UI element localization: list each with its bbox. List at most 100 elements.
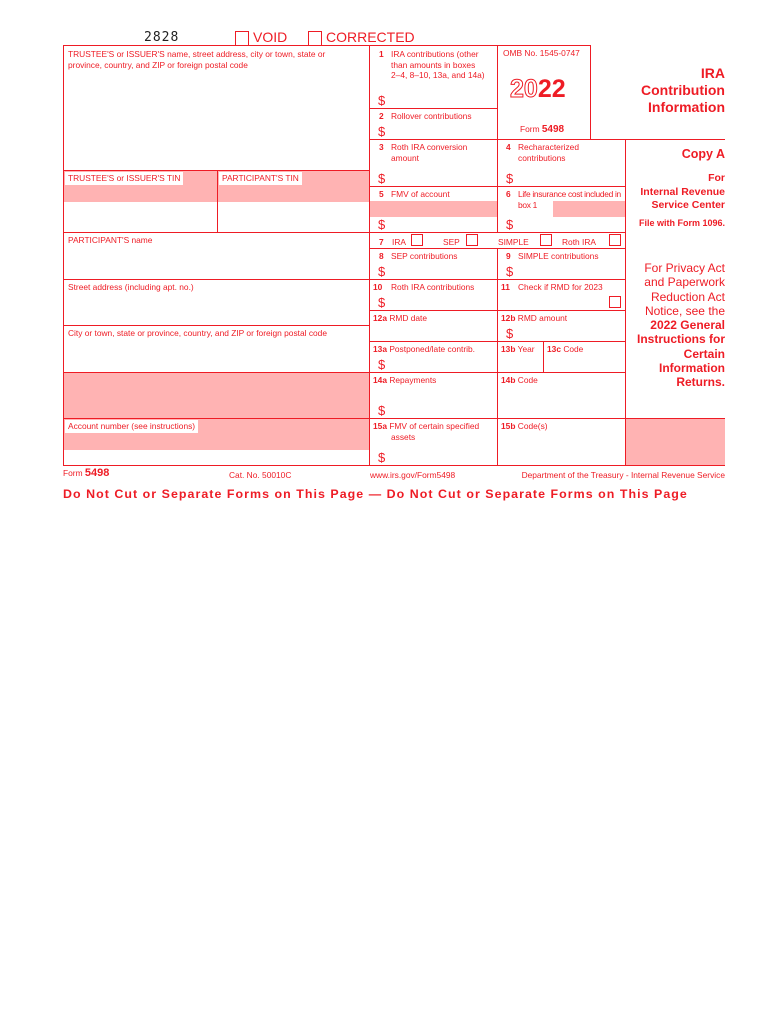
h-line (369, 248, 625, 249)
corrected-checkbox[interactable] (308, 31, 322, 46)
form-code: 2828 (144, 30, 180, 45)
box6-label-line1: Life insurance cost included in (518, 189, 621, 199)
participant-name-field[interactable] (64, 248, 369, 278)
box12a-field[interactable] (372, 325, 496, 340)
box15a-field[interactable] (390, 449, 496, 464)
footer-url[interactable]: www.irs.gov/Form5498 (370, 470, 455, 481)
irs-center-label: For Internal Revenue Service Center (640, 172, 725, 213)
omb-number: OMB No. 1545-0747 (503, 48, 580, 58)
box15a-label-line1: FMV of certain specified (389, 421, 480, 431)
box8-field[interactable] (390, 263, 496, 278)
box2-label: 2 Rollover contributions (379, 111, 472, 122)
h-line (369, 139, 725, 140)
box10-number: 10 (373, 282, 383, 292)
box5-field[interactable] (390, 217, 496, 231)
box14a-label: 14a Repayments (373, 375, 436, 386)
box10-label: 10 Roth IRA contributions (373, 282, 474, 293)
box3-label-line1: Roth IRA conversion (391, 142, 468, 152)
box8-dollar: $ (378, 264, 386, 279)
box7-ira-label: IRA (392, 237, 406, 247)
tax-year-outline: 20 (510, 75, 539, 104)
box2-field[interactable] (390, 123, 496, 138)
box13a-dollar: $ (378, 357, 386, 372)
box12a-number: 12a (373, 313, 387, 323)
privacy-line5: 2022 General (650, 318, 725, 333)
box4-dollar: $ (506, 171, 514, 186)
form-title: IRA Contribution Information (641, 65, 725, 116)
box1-label-line3: 2–4, 8–10, 13a, and 14a) (391, 70, 485, 80)
box13c-field[interactable] (544, 356, 624, 371)
box7-simple-label: SIMPLE (498, 237, 529, 247)
city-field[interactable] (64, 341, 369, 371)
box14b-label-text: Code (517, 375, 538, 385)
street-address-field[interactable] (64, 295, 369, 324)
box14b-label: 14b Code (501, 375, 538, 386)
box5-number: 5 (379, 189, 384, 199)
trustee-tin-label: TRUSTEE'S or ISSUER'S TIN (65, 172, 184, 185)
h-line (63, 170, 369, 171)
void-checkbox[interactable] (235, 31, 249, 46)
account-number-field[interactable] (64, 450, 369, 464)
top-border (63, 45, 590, 46)
box3-label-line2: amount (391, 152, 419, 163)
box6-number: 6 (506, 189, 511, 199)
form-title-line3: Information (648, 99, 725, 115)
box14a-field[interactable] (390, 402, 496, 417)
box1-label-line1: IRA contributions (other (391, 49, 479, 59)
trustee-name-field[interactable] (64, 72, 369, 169)
account-number-label: Account number (see instructions) (65, 420, 199, 433)
box9-field[interactable] (518, 263, 624, 278)
file-with-label: File with Form 1096. (638, 218, 725, 228)
tax-year: 2022 (510, 75, 566, 104)
box6-dollar: $ (506, 217, 514, 232)
footer-cat-no: Cat. No. 50010C (229, 470, 292, 480)
box6-field[interactable] (518, 217, 624, 231)
box12b-field[interactable] (518, 325, 624, 340)
box5-label-text: FMV of account (391, 189, 450, 199)
trustee-tin-field[interactable] (64, 202, 217, 231)
privacy-line3: Reduction Act (650, 289, 725, 304)
box13b-field[interactable] (498, 356, 542, 371)
box14a-label-text: Repayments (389, 375, 437, 385)
box10-field[interactable] (390, 294, 496, 309)
h-line (63, 279, 369, 280)
box13b-label: 13b Year (501, 344, 535, 355)
footer-department: Department of the Treasury - Internal Re… (521, 470, 725, 480)
box7-sep-checkbox[interactable] (466, 234, 478, 246)
box11-checkbox[interactable] (609, 296, 621, 308)
box7-ira-checkbox[interactable] (411, 234, 423, 246)
h-line (369, 341, 625, 342)
box13b-label-text: Year (517, 344, 535, 354)
trustee-name-label-line1: TRUSTEE'S or ISSUER'S name, street addre… (68, 49, 326, 59)
h-line (63, 372, 369, 373)
privacy-line7: Certain (683, 346, 725, 361)
h-line (63, 325, 369, 326)
box14b-field[interactable] (498, 388, 624, 417)
box15a-label-line2: assets (391, 431, 416, 442)
box3-dollar: $ (378, 171, 386, 186)
h-line (369, 418, 725, 419)
participant-tin-field[interactable] (218, 202, 369, 231)
box12b-dollar: $ (506, 326, 514, 341)
box12b-label: 12b RMD amount (501, 313, 567, 324)
box6-label: 6 Life insurance cost included in box 1 (506, 189, 621, 210)
left-blank-shade (64, 373, 369, 418)
omb-form-prefix: Form (520, 124, 540, 134)
box3-field[interactable] (390, 170, 496, 185)
box7-simple-checkbox[interactable] (540, 234, 552, 246)
box13a-label-text: Postponed/late contrib. (389, 344, 475, 354)
box1-number: 1 (379, 49, 384, 59)
box10-dollar: $ (378, 295, 386, 310)
box10-label-text: Roth IRA contributions (391, 282, 475, 292)
box1-field[interactable] (390, 92, 496, 107)
bottom-border (63, 465, 725, 466)
box4-field[interactable] (518, 170, 624, 185)
h-line (63, 418, 369, 419)
box7-roth-checkbox[interactable] (609, 234, 621, 246)
box15b-field[interactable] (498, 434, 624, 464)
box13c-label-text: Code (563, 344, 584, 354)
box13a-field[interactable] (390, 356, 496, 371)
h-line (369, 310, 625, 311)
box7-number: 7 (379, 237, 384, 247)
box13b-number: 13b (501, 344, 516, 354)
